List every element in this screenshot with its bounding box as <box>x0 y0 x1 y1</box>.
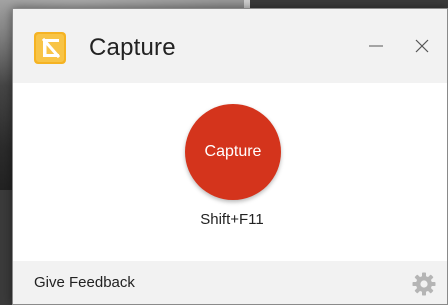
minimize-icon <box>368 38 384 59</box>
footer-bar: Give Feedback <box>13 261 447 304</box>
shortcut-label: Shift+F11 <box>200 211 264 228</box>
capture-window: Capture Capture Shift+F11 Give Feedback <box>12 8 448 305</box>
close-icon <box>414 38 430 59</box>
close-button[interactable] <box>405 31 439 65</box>
minimize-button[interactable] <box>359 31 393 65</box>
title-bar[interactable]: Capture <box>13 9 447 83</box>
give-feedback-link[interactable]: Give Feedback <box>34 274 135 291</box>
settings-button[interactable] <box>411 271 437 297</box>
capture-app-logo-icon <box>33 31 67 65</box>
capture-panel: Capture Shift+F11 <box>13 83 447 261</box>
gear-icon <box>411 272 437 301</box>
capture-button[interactable]: Capture <box>185 104 281 200</box>
window-title: Capture <box>89 34 176 61</box>
